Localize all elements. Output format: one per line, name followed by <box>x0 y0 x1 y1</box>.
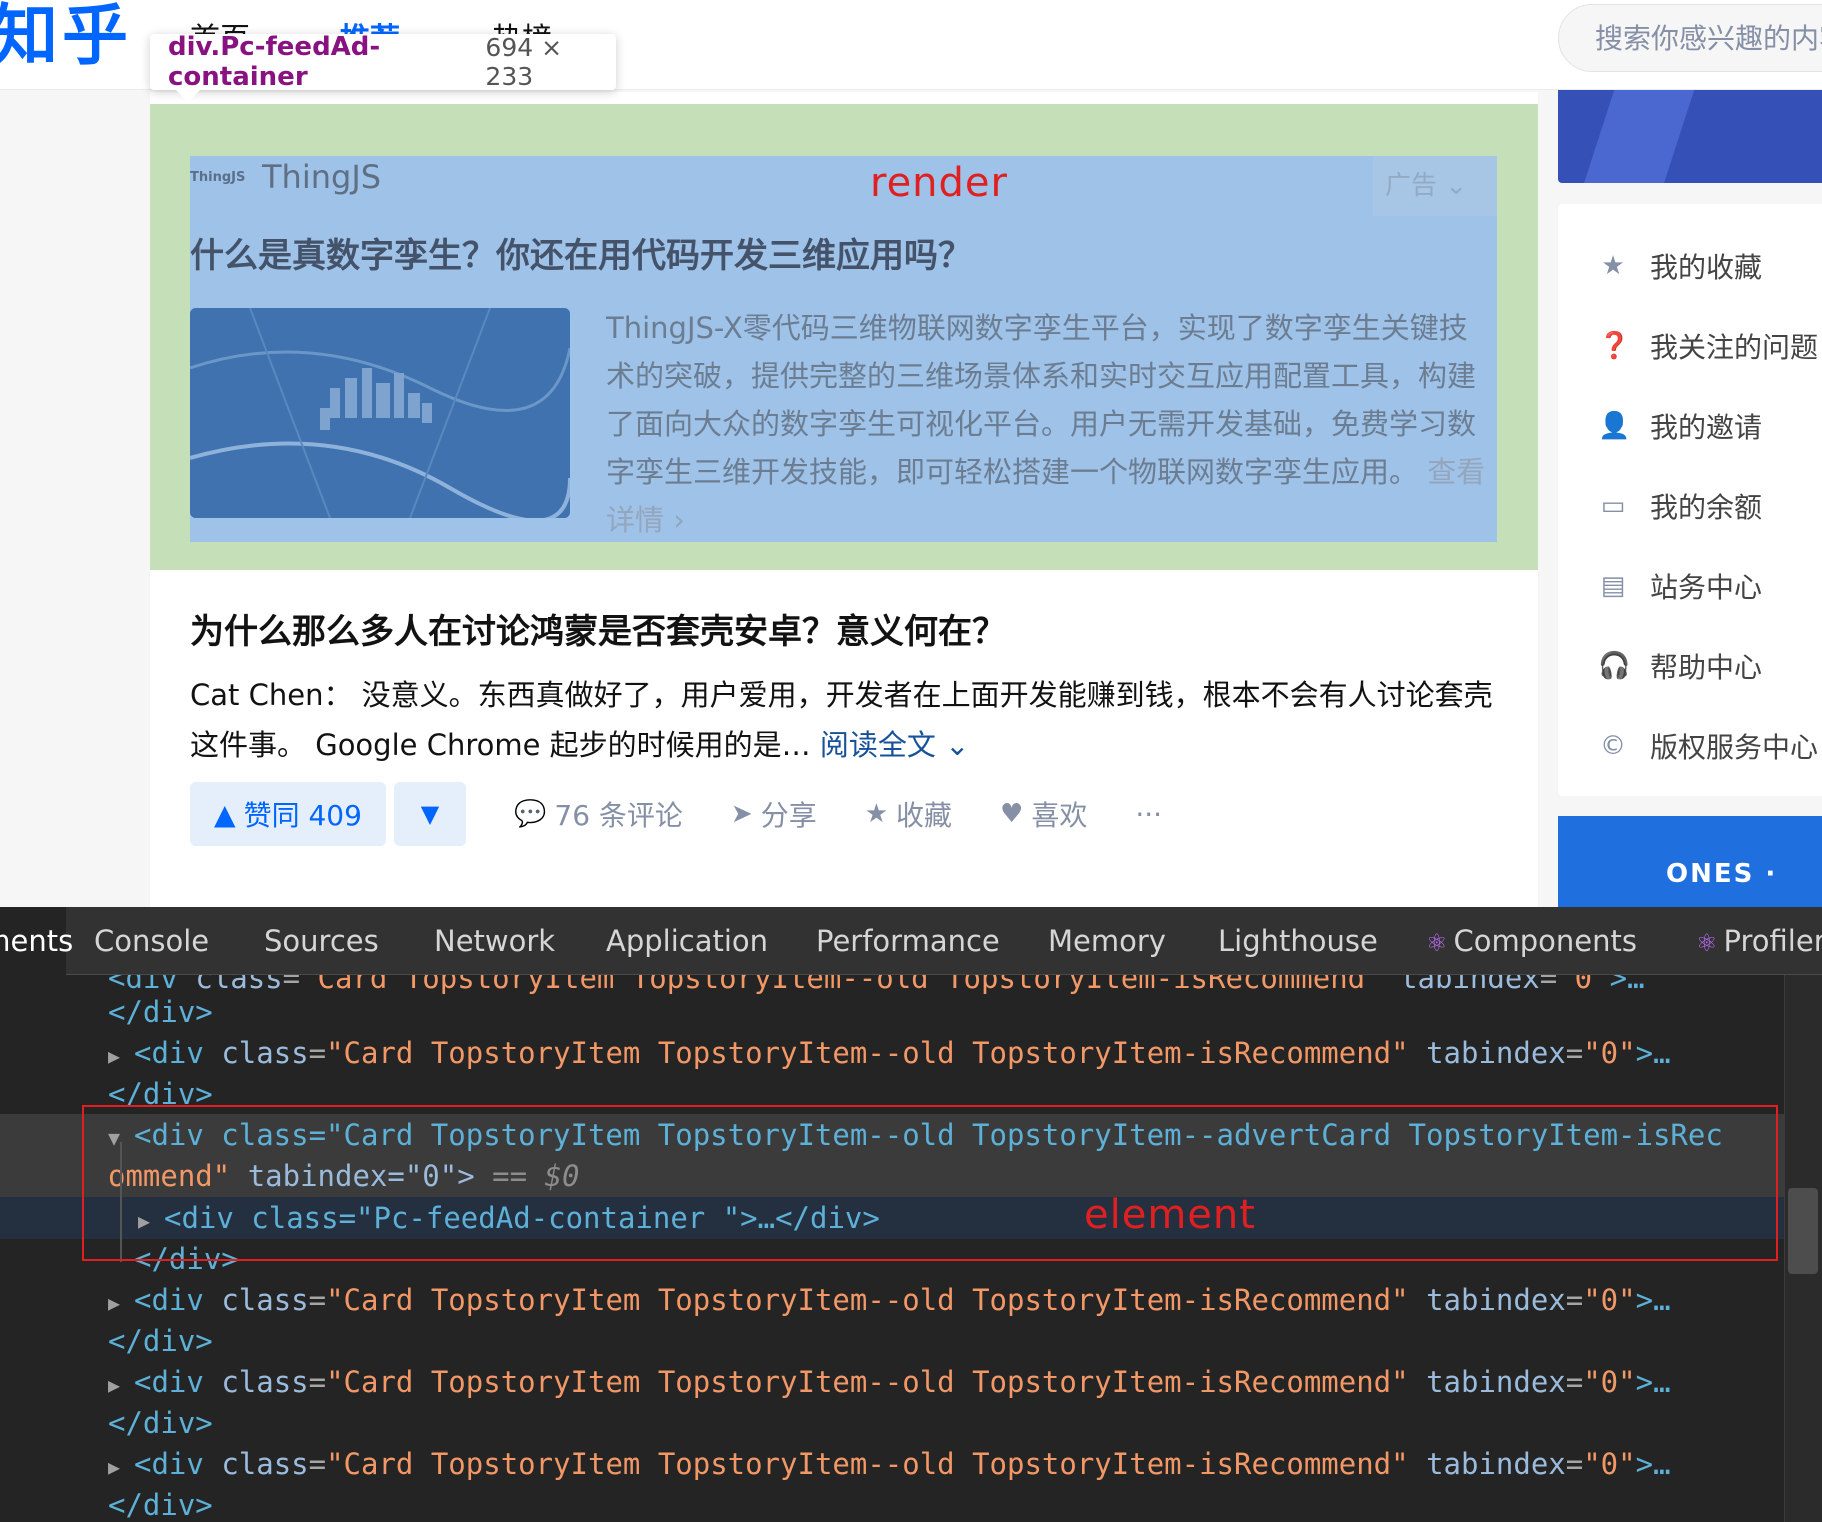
chevron-down-icon: ⌄ <box>945 728 970 762</box>
tab-components-label: Components <box>1453 924 1637 958</box>
star-icon: ★ <box>1601 251 1625 281</box>
message-icon: ▤ <box>1600 571 1626 601</box>
wallet-icon: ▭ <box>1600 491 1626 521</box>
expand-triangle-icon[interactable]: ▶ <box>108 1364 134 1406</box>
tab-application[interactable]: Application <box>606 907 768 975</box>
react-icon: ⚛ <box>1426 929 1448 957</box>
render-annotation: render <box>870 160 1008 206</box>
tab-lighthouse[interactable]: Lighthouse <box>1218 907 1378 975</box>
ad-brand-logo: ThingJS <box>190 170 246 185</box>
add-user-icon: 👤 <box>1598 411 1631 441</box>
devtools-tabbar: Elements Console Sources Network Applica… <box>0 907 1822 975</box>
dom-close-tag[interactable]: </div> <box>108 1484 1790 1522</box>
favorite-button[interactable]: ★ 收藏 <box>865 794 952 834</box>
expand-triangle-icon[interactable]: ▶ <box>108 1446 134 1488</box>
sidebar-item-favorites[interactable]: ★ 我的收藏 <box>1598 242 1762 290</box>
sidebar-item-help[interactable]: 🎧 帮助中心 <box>1598 642 1762 690</box>
sidebar-item-label: 我关注的问题 <box>1650 331 1819 364</box>
tooltip-size: 694 × 233 <box>485 33 563 91</box>
more-icon: ··· <box>1135 797 1163 831</box>
ad-title[interactable]: 什么是真数字孪生？你还在用代码开发三维应用吗？ <box>190 228 972 277</box>
devtools-scroll-thumb[interactable] <box>1788 1188 1818 1274</box>
dom-close-tag[interactable]: </div> <box>108 1320 1790 1362</box>
more-button[interactable]: ··· <box>1135 798 1162 831</box>
share-label: 分享 <box>760 799 817 832</box>
ad-tag-dropdown[interactable]: 广告 ⌄ <box>1373 156 1497 216</box>
sidebar-item-label: 帮助中心 <box>1650 651 1763 684</box>
tab-components[interactable]: ⚛ Components <box>1426 907 1637 975</box>
expand-triangle-icon[interactable]: ▶ <box>108 1282 134 1324</box>
favorite-label: 收藏 <box>896 799 953 832</box>
heart-icon: ♥ <box>1000 799 1024 829</box>
sidebar-menu: ★ 我的收藏 ❓ 我关注的问题 👤 我的邀请 ▭ 我的余额 ▤ 站务中心 🎧 帮助中心 © 版… <box>1558 204 1822 796</box>
tab-console[interactable]: Console <box>94 907 209 975</box>
feed-list: ThingJS ThingJS render 广告 ⌄ 什么是真数字孪生？你还在… <box>150 92 1538 907</box>
ad-description: ThingJS-X零代码三维物联网数字孪生平台，实现了数字孪生关键技术的突破，提… <box>606 304 1496 544</box>
tab-performance[interactable]: Performance <box>816 907 1000 975</box>
vote-up-button[interactable]: ▲ 赞同 409 <box>190 782 386 846</box>
vote-down-button[interactable]: ▼ <box>394 782 466 846</box>
tab-profiler-label: Profiler <box>1723 924 1822 958</box>
share-button[interactable]: ➤ 分享 <box>731 794 817 834</box>
sidebar-item-balance[interactable]: ▭ 我的余额 <box>1598 482 1762 530</box>
inspector-tooltip: div.Pc-feedAd-container 694 × 233 <box>150 32 616 102</box>
react-icon: ⚛ <box>1696 929 1718 957</box>
share-icon: ➤ <box>730 799 753 829</box>
chevron-right-icon: › <box>673 503 685 537</box>
ad-image[interactable] <box>190 308 570 518</box>
dom-close-tag[interactable]: </div> <box>108 991 1790 1033</box>
tab-sources[interactable]: Sources <box>264 907 379 975</box>
star-icon: ★ <box>864 799 889 829</box>
read-more-label: 阅读全文 <box>819 728 936 762</box>
vote-up-label: 赞同 409 <box>243 799 362 832</box>
question-title[interactable]: 为什么那么多人在讨论鸿蒙是否套壳安卓？意义何在？ <box>190 604 1006 653</box>
ad-container-highlight: ThingJS ThingJS render 广告 ⌄ 什么是真数字孪生？你还在… <box>150 104 1538 570</box>
ad-brand-name[interactable]: ThingJS <box>262 158 381 196</box>
headset-icon: 🎧 <box>1598 651 1631 681</box>
tab-network[interactable]: Network <box>434 907 555 975</box>
read-more-link[interactable]: 阅读全文 ⌄ <box>820 728 970 762</box>
sidebar-item-label: 站务中心 <box>1650 571 1763 604</box>
sidebar-item-label: 我的邀请 <box>1650 411 1763 444</box>
tooltip-selector: div.Pc-feedAd-container <box>168 32 381 92</box>
question-icon: ❓ <box>1598 331 1631 361</box>
sidebar-item-label: 版权服务中心 <box>1650 731 1819 764</box>
dom-node-line[interactable]: ▶ <div class="Card TopstoryItem TopstoryI… <box>108 1032 1790 1074</box>
answer-actions: ▲ 赞同 409 ▼ 💬 76 条评论 ➤ 分享 ★ 收藏 ♥ 喜欢 ··· <box>190 782 1162 846</box>
sidebar-item-label: 我的余额 <box>1650 491 1763 524</box>
sidebar-item-invitations[interactable]: 👤 我的邀请 <box>1598 402 1762 450</box>
ad-card[interactable]: ThingJS ThingJS render 广告 ⌄ 什么是真数字孪生？你还在… <box>190 156 1497 542</box>
tab-memory[interactable]: Memory <box>1048 907 1166 975</box>
comments-label: 76 条评论 <box>554 799 683 832</box>
element-annotation-box <box>82 1105 1778 1261</box>
tab-elements[interactable]: Elements <box>0 907 73 975</box>
ones-ad-banner[interactable]: ONES · <box>1558 816 1822 908</box>
triangle-down-icon: ▼ <box>420 800 440 828</box>
dom-close-tag[interactable]: </div> <box>108 1402 1790 1444</box>
ad-tag-label: 广告 <box>1385 171 1438 201</box>
element-annotation: element <box>1084 1192 1256 1238</box>
sidebar-item-followed-questions[interactable]: ❓ 我关注的问题 <box>1598 322 1818 370</box>
expand-triangle-icon[interactable]: ▶ <box>108 1035 134 1077</box>
sidebar-item-site-center[interactable]: ▤ 站务中心 <box>1598 562 1762 610</box>
ad-description-text: ThingJS-X零代码三维物联网数字孪生平台，实现了数字孪生关键技术的突破，提… <box>606 311 1477 489</box>
like-label: 喜欢 <box>1031 799 1088 832</box>
dom-node-line[interactable]: ▶ <div class="Card TopstoryItem TopstoryI… <box>108 1443 1790 1485</box>
dom-node-line[interactable]: ▶ <div class="Card TopstoryItem TopstoryI… <box>108 1361 1790 1403</box>
sidebar-item-label: 我的收藏 <box>1650 251 1763 284</box>
copyright-icon: © <box>1600 731 1626 761</box>
triangle-up-icon: ▲ <box>214 797 236 831</box>
tab-profiler[interactable]: ⚛ Profiler <box>1696 907 1822 975</box>
sidebar-item-copyright[interactable]: © 版权服务中心 <box>1598 722 1818 770</box>
chevron-down-icon: ⌄ <box>1445 171 1468 201</box>
dom-node-line[interactable]: ▶ <div class="Card TopstoryItem TopstoryI… <box>108 1279 1790 1321</box>
zhihu-logo[interactable]: 知乎 <box>0 0 132 72</box>
comments-button[interactable]: 💬 76 条评论 <box>514 794 683 834</box>
like-button[interactable]: ♥ 喜欢 <box>1000 794 1087 834</box>
sidebar-banner[interactable] <box>1558 90 1822 183</box>
answer-excerpt[interactable]: Cat Chen： 没意义。东西真做好了，用户爱用，开发者在上面开发能赚到钱，根… <box>190 670 1500 770</box>
comment-icon: 💬 <box>514 799 547 829</box>
tooltip-arrow <box>176 90 200 102</box>
search-input[interactable]: 搜索你感兴趣的内容 <box>1558 4 1822 72</box>
